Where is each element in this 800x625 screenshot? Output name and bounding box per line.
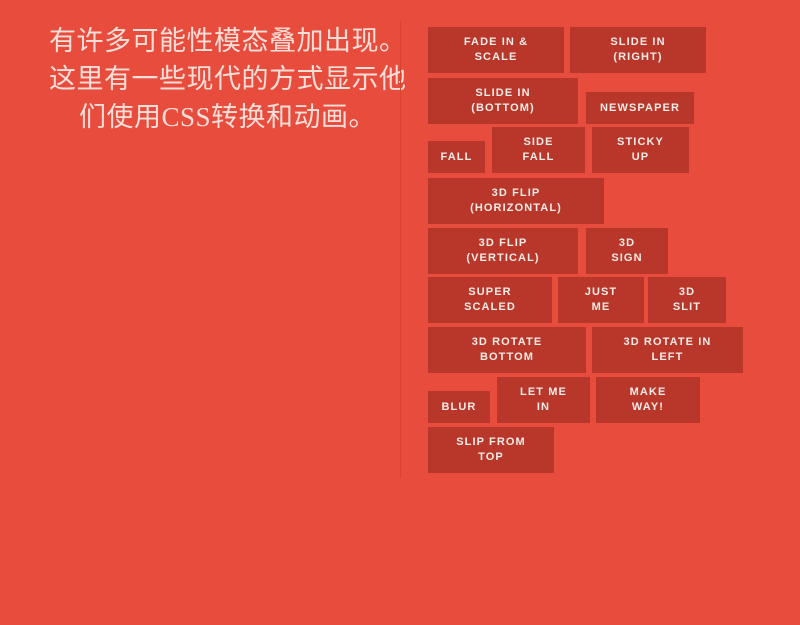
effect-button[interactable]: SLIDE IN (RIGHT)	[570, 27, 706, 73]
effect-button[interactable]: 3D SIGN	[586, 228, 668, 274]
effect-button[interactable]: SLIDE IN (BOTTOM)	[428, 78, 578, 124]
effect-button[interactable]: SLIP FROM TOP	[428, 427, 554, 473]
effect-button-list: FADE IN & SCALE SLIDE IN (RIGHT) SLIDE IN …	[0, 0, 800, 500]
effect-button[interactable]: 3D FLIP (HORIZONTAL)	[428, 178, 604, 224]
effect-button[interactable]: 3D ROTATE BOTTOM	[428, 327, 586, 373]
effect-button[interactable]: NEWSPAPER	[586, 92, 694, 124]
page-root: 有许多可能性模态叠加出现。 这里有一些现代的方式显示他 们使用CSS转换和动画。…	[0, 0, 800, 625]
effect-button[interactable]: 3D ROTATE IN LEFT	[592, 327, 743, 373]
effect-button[interactable]: 3D SLIT	[648, 277, 726, 323]
effect-button[interactable]: FADE IN & SCALE	[428, 27, 564, 73]
effect-button[interactable]: BLUR	[428, 391, 490, 423]
effect-button[interactable]: SUPER SCALED	[428, 277, 552, 323]
effect-button[interactable]: FALL	[428, 141, 485, 173]
effect-button[interactable]: MAKE WAY!	[596, 377, 700, 423]
effect-button[interactable]: 3D FLIP (VERTICAL)	[428, 228, 578, 274]
effect-button[interactable]: STICKY UP	[592, 127, 689, 173]
effect-button[interactable]: SIDE FALL	[492, 127, 585, 173]
effect-button[interactable]: JUST ME	[558, 277, 644, 323]
effect-button[interactable]: LET ME IN	[497, 377, 590, 423]
